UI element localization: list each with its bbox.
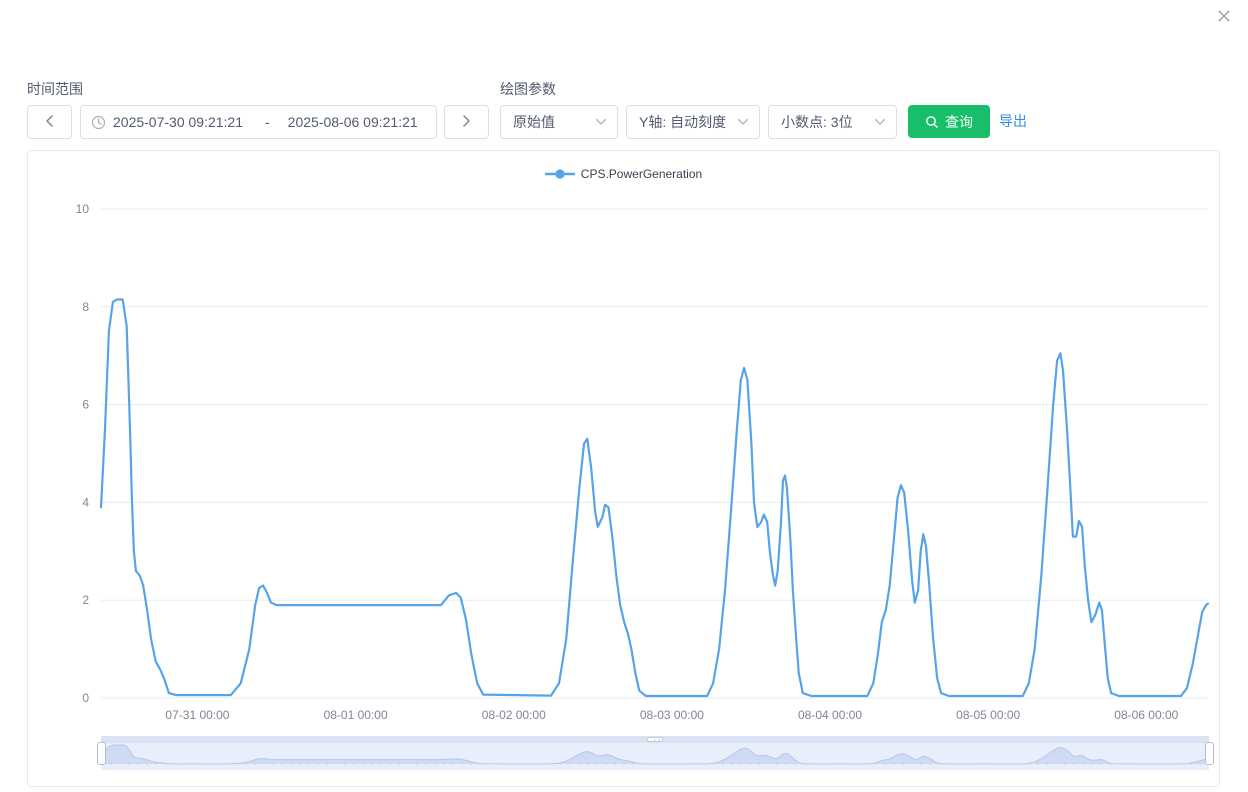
x-tick-label: 08-06 00:00: [1114, 708, 1178, 722]
close-icon[interactable]: [1212, 4, 1236, 28]
x-tick-label: 08-03 00:00: [640, 708, 704, 722]
legend-item-powergeneration[interactable]: CPS.PowerGeneration: [28, 167, 1219, 181]
query-button-label: 查询: [945, 112, 973, 132]
clock-icon: [91, 115, 106, 130]
chevron-left-icon: [45, 114, 54, 131]
x-tick-label: 07-31 00:00: [165, 708, 229, 722]
y-tick-label: 6: [82, 398, 89, 412]
x-tick-label: 08-01 00:00: [324, 708, 388, 722]
plot-params-label: 绘图参数: [500, 79, 556, 99]
y-tick-label: 2: [82, 593, 89, 607]
x-tick-label: 08-04 00:00: [798, 708, 862, 722]
search-icon: [925, 115, 939, 129]
chevron-down-icon: [737, 118, 749, 126]
y-tick-label: 8: [82, 300, 89, 314]
date-end-value: 2025-08-06 09:21:21: [288, 114, 418, 130]
export-link[interactable]: 导出: [999, 105, 1027, 138]
date-separator: -: [265, 114, 270, 130]
chart-panel: 0 2 4 6 8 10 07-31 00:00 08-01 00:00 08-02 00:00…: [27, 150, 1220, 787]
chevron-down-icon: [595, 118, 607, 126]
chevron-down-icon: [874, 118, 886, 126]
x-tick-label: 08-02 00:00: [482, 708, 546, 722]
y-axis-mode-selected: Y轴: 自动刻度: [639, 112, 726, 132]
time-range-label: 时间范围: [27, 79, 83, 99]
chevron-right-icon: [462, 114, 471, 131]
y-axis-mode-select[interactable]: Y轴: 自动刻度: [626, 105, 760, 139]
y-tick-label: 4: [82, 495, 89, 509]
decimal-places-select[interactable]: 小数点: 3位: [768, 105, 897, 139]
y-tick-label: 10: [76, 202, 90, 216]
decimal-places-selected: 小数点: 3位: [781, 112, 853, 132]
next-range-button[interactable]: [444, 105, 489, 139]
value-type-select[interactable]: 原始值: [500, 105, 618, 139]
y-tick-label: 0: [82, 691, 89, 705]
x-tick-label: 08-05 00:00: [956, 708, 1020, 722]
datazoom-center-grip-icon[interactable]: [647, 737, 663, 742]
date-start-value: 2025-07-30 09:21:21: [113, 114, 243, 130]
series-line: [101, 300, 1208, 697]
dialog: 时间范围 绘图参数 2025-07-30 09:21:21 - 2025-08-…: [0, 0, 1248, 792]
date-range-input[interactable]: 2025-07-30 09:21:21 - 2025-08-06 09:21:2…: [80, 105, 437, 139]
value-type-selected: 原始值: [513, 112, 555, 132]
datazoom-area: [101, 745, 1209, 764]
datazoom-left-handle[interactable]: [97, 742, 106, 765]
datazoom-slider[interactable]: [101, 736, 1209, 770]
query-button[interactable]: 查询: [908, 105, 990, 138]
legend-marker-icon: [545, 169, 575, 179]
chart-canvas[interactable]: 0 2 4 6 8 10 07-31 00:00 08-01 00:00 08-02 00:00…: [28, 151, 1221, 788]
prev-range-button[interactable]: [27, 105, 72, 139]
legend-label: CPS.PowerGeneration: [581, 167, 702, 181]
datazoom-right-handle[interactable]: [1205, 742, 1214, 765]
